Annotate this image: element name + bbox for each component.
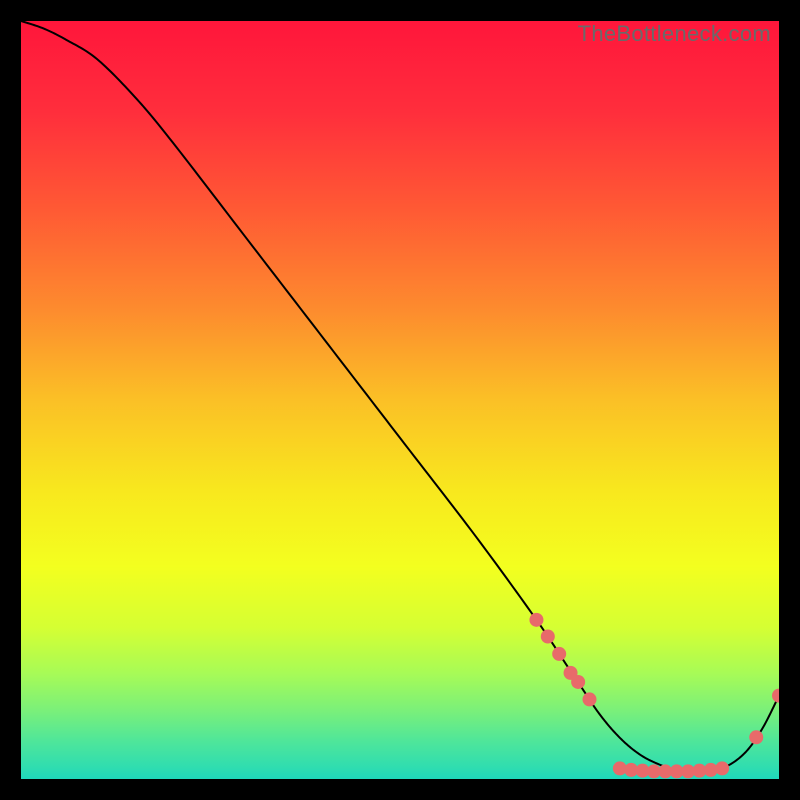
data-point — [583, 692, 597, 706]
plot-area: TheBottleneck.com — [21, 21, 779, 779]
chart-container: TheBottleneck.com — [0, 0, 800, 800]
data-point — [715, 761, 729, 775]
data-point — [552, 647, 566, 661]
chart-svg — [21, 21, 779, 779]
data-point — [541, 630, 555, 644]
data-point — [529, 613, 543, 627]
data-point — [749, 730, 763, 744]
gradient-background — [21, 21, 779, 779]
data-point — [571, 675, 585, 689]
